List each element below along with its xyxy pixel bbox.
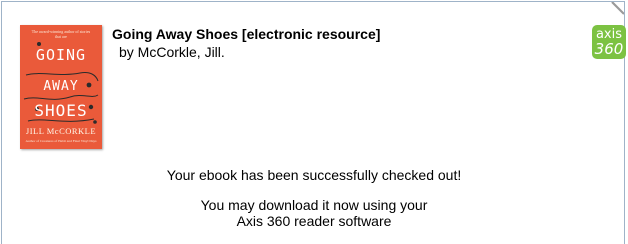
cover-footer: Author of Creatures of Habit and Final V…: [25, 139, 97, 143]
book-title: Going Away Shoes [electronic resource]: [112, 26, 381, 42]
checkout-dialog: The award-winning author of stories that…: [1, 1, 626, 244]
close-icon[interactable]: [610, 2, 624, 16]
cover-title-line: GOING: [35, 46, 87, 64]
book-cover[interactable]: The award-winning author of stories that…: [20, 25, 102, 149]
book-byline: by McCorkle, Jill.: [119, 44, 225, 60]
axis360-logo: axis 360: [592, 25, 626, 59]
cover-title-line: SHOES: [34, 101, 88, 120]
logo-line: 360: [594, 40, 624, 58]
download-instructions: You may download it now using your: [200, 197, 428, 213]
download-instructions-software: Axis 360 reader software: [236, 213, 392, 229]
cover-title-line: AWAY: [43, 79, 79, 94]
cover-author: JILL McCORKLE: [25, 126, 97, 136]
cover-blurb: The award-winning author of stories that…: [31, 29, 91, 39]
success-message: Your ebook has been successfully checked…: [166, 167, 462, 183]
